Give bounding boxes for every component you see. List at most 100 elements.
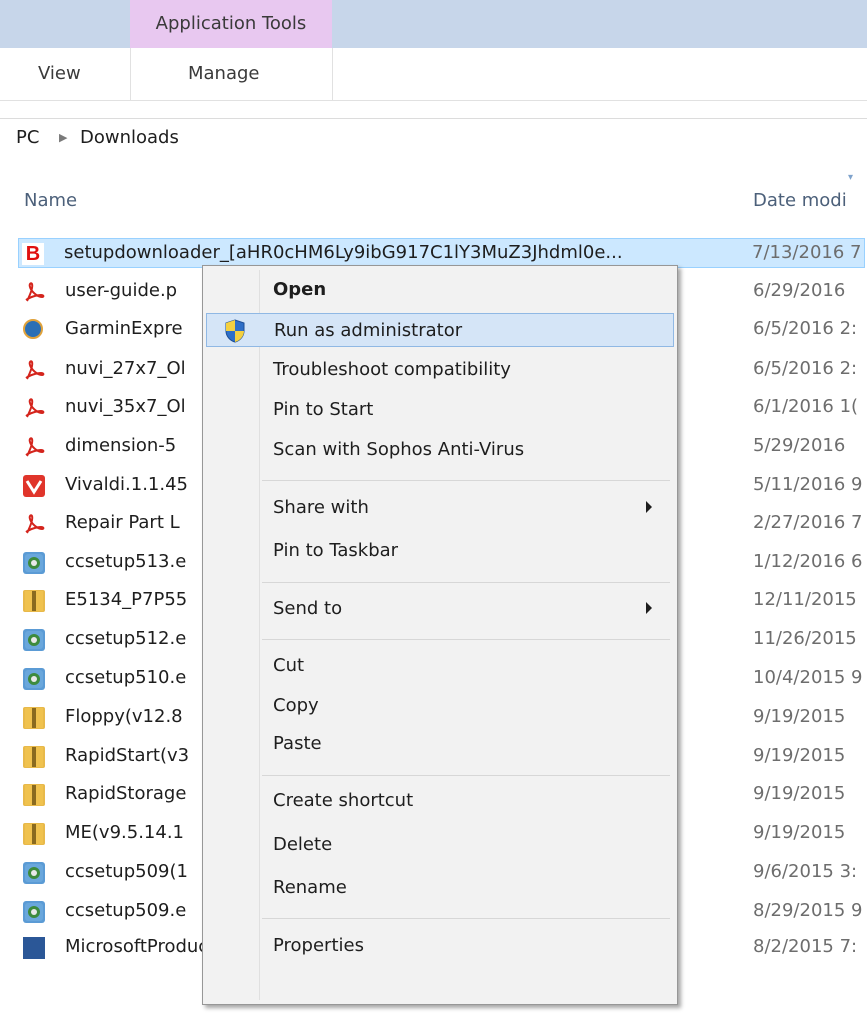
- menu-separator: [262, 582, 670, 583]
- menu-item-cut[interactable]: Cut: [206, 649, 674, 683]
- ribbon-divider: [332, 48, 333, 100]
- file-date-modified: 9/6/2015 3:: [753, 861, 858, 882]
- file-date-modified: 11/26/2015: [753, 628, 857, 649]
- menu-item-label: Pin to Start: [273, 399, 374, 420]
- menu-item-copy[interactable]: Copy: [206, 689, 674, 723]
- garmin-icon: [23, 319, 43, 339]
- menu-item-label: Scan with Sophos Anti-Virus: [273, 439, 525, 460]
- file-name: E5134_P7P55: [65, 589, 188, 610]
- menu-item-label: Create shortcut: [273, 790, 414, 811]
- context-group-label: Application Tools: [155, 13, 307, 34]
- file-name: RapidStart(v3: [65, 745, 190, 766]
- menu-item-open[interactable]: Open: [206, 273, 674, 307]
- file-name: dimension-5: [65, 435, 177, 456]
- docx-icon: [23, 937, 45, 959]
- menu-item-share-with[interactable]: Share with: [206, 491, 674, 525]
- menu-item-pin-to-start[interactable]: Pin to Start: [206, 393, 674, 427]
- menu-item-label: Rename: [273, 877, 347, 898]
- breadcrumb[interactable]: PC ▶ Downloads: [0, 118, 867, 155]
- context-menu: Open Run as administrator Troubleshoot c…: [202, 265, 678, 1005]
- file-name: ME(v9.5.14.1: [65, 822, 185, 843]
- zip-icon: [23, 746, 45, 768]
- zip-icon: [23, 823, 45, 845]
- menu-item-pin-to-taskbar[interactable]: Pin to Taskbar: [206, 534, 674, 568]
- file-name: ccsetup512.e: [65, 628, 187, 649]
- zip-icon: [23, 590, 45, 612]
- breadcrumb-pc[interactable]: PC: [16, 127, 39, 148]
- pdf-icon: [23, 436, 45, 458]
- file-date-modified: 1/12/2016 6: [753, 551, 863, 572]
- file-date-modified: 6/5/2016 2:: [753, 318, 858, 339]
- file-name: RapidStorage: [65, 783, 187, 804]
- uac-shield-icon: [225, 319, 245, 343]
- menu-item-label: Open: [273, 279, 327, 300]
- file-date-modified: 9/19/2015: [753, 745, 846, 766]
- file-name: setupdownloader_[aHR0cHM6Ly9ibG917C1lY3M…: [64, 242, 623, 263]
- menu-item-scan-sophos[interactable]: Scan with Sophos Anti-Virus: [206, 433, 674, 467]
- menu-item-rename[interactable]: Rename: [206, 871, 674, 905]
- pdf-icon: [23, 397, 45, 419]
- menu-item-paste[interactable]: Paste: [206, 727, 674, 761]
- installer-icon: [23, 668, 45, 690]
- menu-item-label: Run as administrator: [274, 320, 463, 341]
- installer-icon: [23, 552, 45, 574]
- zip-icon: [23, 707, 45, 729]
- menu-item-run-as-administrator[interactable]: Run as administrator: [206, 313, 674, 347]
- menu-separator: [262, 918, 670, 919]
- menu-item-label: Cut: [273, 655, 305, 676]
- menu-item-delete[interactable]: Delete: [206, 828, 674, 862]
- menu-item-properties[interactable]: Properties: [206, 929, 674, 963]
- file-name: user-guide.p: [65, 280, 178, 301]
- menu-item-label: Pin to Taskbar: [273, 540, 399, 561]
- menu-item-label: Share with: [273, 497, 369, 518]
- column-header-date-modified[interactable]: Date modi: [753, 190, 847, 211]
- zip-icon: [23, 784, 45, 806]
- application-tools-tab-group: Application Tools: [130, 0, 332, 48]
- menu-item-troubleshoot-compatibility[interactable]: Troubleshoot compatibility: [206, 353, 674, 387]
- pdf-icon: [23, 359, 45, 381]
- menu-separator: [262, 480, 670, 481]
- file-date-modified: 2/27/2016 7: [753, 512, 863, 533]
- submenu-arrow-icon: [646, 602, 652, 614]
- sort-indicator-icon: ▾: [848, 172, 854, 183]
- file-name: Repair Part L: [65, 512, 180, 533]
- file-name: GarminExpre: [65, 318, 183, 339]
- file-date-modified: 9/19/2015: [753, 706, 846, 727]
- file-date-modified: 5/29/2016: [753, 435, 846, 456]
- installer-icon: [23, 862, 45, 884]
- menu-item-label: Send to: [273, 598, 343, 619]
- installer-icon: [23, 901, 45, 923]
- menu-item-send-to[interactable]: Send to: [206, 592, 674, 626]
- file-date-modified: 8/29/2015 9: [753, 900, 863, 921]
- file-row[interactable]: Bsetupdownloader_[aHR0cHM6Ly9ibG917C1lY3…: [18, 238, 865, 268]
- file-date-modified: 6/1/2016 1(: [753, 396, 859, 417]
- ribbon-divider: [130, 48, 131, 100]
- menu-item-label: Troubleshoot compatibility: [273, 359, 511, 380]
- submenu-arrow-icon: [646, 501, 652, 513]
- file-name: ccsetup510.e: [65, 667, 187, 688]
- pdf-icon: [23, 513, 45, 535]
- menu-separator: [262, 639, 670, 640]
- file-name: Vivaldi.1.1.45: [65, 474, 189, 495]
- file-name: ccsetup509.e: [65, 900, 187, 921]
- chevron-right-icon[interactable]: ▶: [59, 131, 67, 144]
- file-date-modified: 8/2/2015 7:: [753, 936, 858, 957]
- menu-item-create-shortcut[interactable]: Create shortcut: [206, 784, 674, 818]
- column-header-name[interactable]: Name: [24, 190, 77, 211]
- b-app-icon: B: [22, 243, 44, 265]
- breadcrumb-downloads[interactable]: Downloads: [80, 127, 179, 148]
- file-date-modified: 6/5/2016 2:: [753, 358, 858, 379]
- tab-view[interactable]: View: [38, 63, 81, 84]
- file-date-modified: 12/11/2015: [753, 589, 857, 610]
- tab-manage[interactable]: Manage: [188, 63, 260, 84]
- file-name: nuvi_35x7_Ol: [65, 396, 186, 417]
- file-date-modified: 9/19/2015: [753, 822, 846, 843]
- file-date-modified: 6/29/2016: [753, 280, 846, 301]
- menu-item-label: Properties: [273, 935, 364, 956]
- file-date-modified: 7/13/2016 7: [752, 242, 862, 263]
- file-name: ccsetup509(1: [65, 861, 188, 882]
- menu-item-label: Copy: [273, 695, 319, 716]
- file-date-modified: 9/19/2015: [753, 783, 846, 804]
- menu-separator: [262, 775, 670, 776]
- menu-item-label: Delete: [273, 834, 333, 855]
